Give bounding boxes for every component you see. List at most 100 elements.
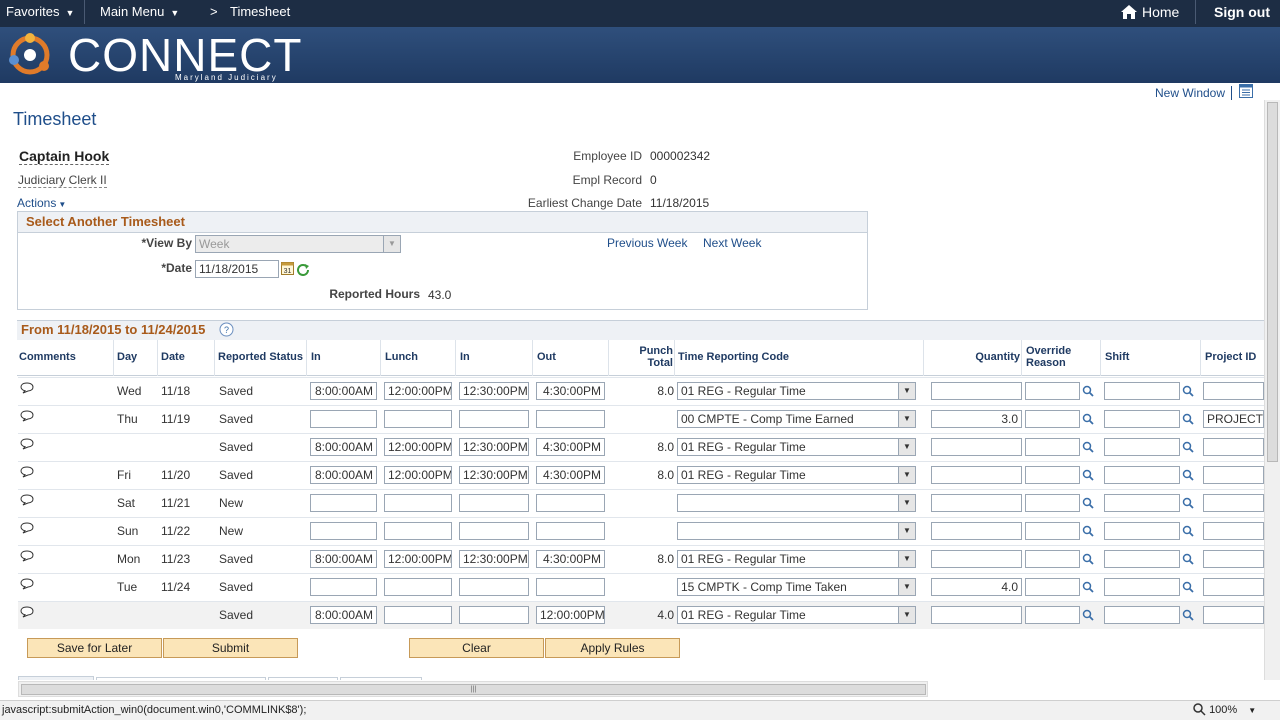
in-time-2-input[interactable]: 12:30:00PM [459, 382, 529, 400]
time-reporting-code-select[interactable]: 01 REG - Regular Time ▼ [677, 382, 916, 400]
in-time-input[interactable]: 8:00:00AM [310, 438, 377, 456]
employee-job-title[interactable]: Judiciary Clerk II [18, 173, 107, 188]
lunch-time-input[interactable] [384, 606, 452, 624]
quantity-input[interactable] [931, 522, 1022, 540]
project-id-input[interactable] [1203, 382, 1264, 400]
horizontal-scroll-thumb[interactable]: ||| [21, 684, 926, 695]
comment-icon[interactable] [20, 438, 34, 450]
quantity-input[interactable]: 4.0 [931, 578, 1022, 596]
next-week-link[interactable]: Next Week [703, 236, 761, 250]
time-reporting-code-select[interactable]: 01 REG - Regular Time ▼ [677, 466, 916, 484]
project-id-input[interactable] [1203, 550, 1264, 568]
search-icon[interactable] [1082, 553, 1094, 565]
project-id-input[interactable] [1203, 522, 1264, 540]
in-time-2-input[interactable] [459, 410, 529, 428]
lunch-time-input[interactable] [384, 578, 452, 596]
search-icon[interactable] [1182, 497, 1194, 509]
search-icon[interactable] [1182, 413, 1194, 425]
out-time-input[interactable]: 4:30:00PM [536, 550, 605, 568]
in-time-2-input[interactable] [459, 522, 529, 540]
project-id-input[interactable] [1203, 466, 1264, 484]
project-id-input[interactable] [1203, 578, 1264, 596]
search-icon[interactable] [1082, 441, 1094, 453]
override-reason-input[interactable] [1025, 466, 1080, 484]
search-icon[interactable] [1182, 525, 1194, 537]
in-time-2-input[interactable] [459, 606, 529, 624]
comment-icon[interactable] [20, 466, 34, 478]
comment-icon[interactable] [20, 410, 34, 422]
override-reason-input[interactable] [1025, 410, 1080, 428]
calendar-icon[interactable]: 31 [281, 261, 294, 275]
personalize-page-icon[interactable] [1239, 84, 1253, 98]
comment-icon[interactable] [20, 382, 34, 394]
previous-week-link[interactable]: Previous Week [607, 236, 687, 250]
quantity-input[interactable] [931, 550, 1022, 568]
in-time-2-input[interactable] [459, 578, 529, 596]
search-icon[interactable] [1082, 497, 1094, 509]
search-icon[interactable] [1182, 441, 1194, 453]
quantity-input[interactable] [931, 466, 1022, 484]
out-time-input[interactable]: 4:30:00PM [536, 466, 605, 484]
comment-icon[interactable] [20, 606, 34, 618]
shift-input[interactable] [1104, 438, 1180, 456]
shift-input[interactable] [1104, 494, 1180, 512]
search-icon[interactable] [1082, 413, 1094, 425]
breadcrumb[interactable]: Timesheet [230, 0, 290, 27]
shift-input[interactable] [1104, 550, 1180, 568]
shift-input[interactable] [1104, 578, 1180, 596]
in-time-input[interactable] [310, 578, 377, 596]
new-window-link[interactable]: New Window [1155, 86, 1225, 100]
comment-icon[interactable] [20, 494, 34, 506]
zoom-control[interactable]: 100% ▼ [1192, 701, 1256, 720]
vertical-scrollbar[interactable] [1264, 100, 1280, 680]
shift-input[interactable] [1104, 606, 1180, 624]
search-icon[interactable] [1182, 385, 1194, 397]
override-reason-input[interactable] [1025, 550, 1080, 568]
search-icon[interactable] [1082, 469, 1094, 481]
quantity-input[interactable] [931, 606, 1022, 624]
favorites-menu[interactable]: Favorites ▼ [6, 0, 74, 27]
project-id-input[interactable] [1203, 438, 1264, 456]
sign-out-link[interactable]: Sign out [1214, 0, 1270, 27]
project-id-input[interactable] [1203, 494, 1264, 512]
time-reporting-code-select[interactable]: 00 CMPTE - Comp Time Earned ▼ [677, 410, 916, 428]
search-icon[interactable] [1082, 385, 1094, 397]
override-reason-input[interactable] [1025, 438, 1080, 456]
in-time-input[interactable]: 8:00:00AM [310, 550, 377, 568]
home-link[interactable]: Home [1120, 0, 1179, 27]
page-tab[interactable] [96, 677, 266, 680]
horizontal-scrollbar[interactable]: ||| [18, 681, 928, 697]
comment-icon[interactable] [20, 522, 34, 534]
out-time-input[interactable] [536, 578, 605, 596]
date-input[interactable]: 11/18/2015 [195, 260, 279, 278]
vertical-scroll-thumb[interactable] [1267, 102, 1278, 462]
shift-input[interactable] [1104, 410, 1180, 428]
out-time-input[interactable]: 12:00:00PM [536, 606, 605, 624]
search-icon[interactable] [1182, 581, 1194, 593]
time-reporting-code-select[interactable]: ▼ [677, 494, 916, 512]
in-time-input[interactable]: 8:00:00AM [310, 382, 377, 400]
in-time-2-input[interactable]: 12:30:00PM [459, 438, 529, 456]
save-for-later-button[interactable]: Save for Later [27, 638, 162, 658]
override-reason-input[interactable] [1025, 522, 1080, 540]
time-reporting-code-select[interactable]: 15 CMPTK - Comp Time Taken ▼ [677, 578, 916, 596]
out-time-input[interactable]: 4:30:00PM [536, 382, 605, 400]
in-time-input[interactable]: 8:00:00AM [310, 606, 377, 624]
shift-input[interactable] [1104, 382, 1180, 400]
out-time-input[interactable] [536, 494, 605, 512]
out-time-input[interactable] [536, 522, 605, 540]
page-tab[interactable] [340, 677, 422, 680]
lunch-time-input[interactable]: 12:00:00PM [384, 382, 452, 400]
lunch-time-input[interactable] [384, 522, 452, 540]
in-time-2-input[interactable] [459, 494, 529, 512]
shift-input[interactable] [1104, 466, 1180, 484]
override-reason-input[interactable] [1025, 578, 1080, 596]
shift-input[interactable] [1104, 522, 1180, 540]
employee-name[interactable]: Captain Hook [19, 148, 110, 165]
actions-menu[interactable]: Actions ▼ [17, 196, 66, 210]
override-reason-input[interactable] [1025, 494, 1080, 512]
override-reason-input[interactable] [1025, 382, 1080, 400]
comment-icon[interactable] [20, 578, 34, 590]
time-reporting-code-select[interactable]: 01 REG - Regular Time ▼ [677, 550, 916, 568]
comment-icon[interactable] [20, 550, 34, 562]
